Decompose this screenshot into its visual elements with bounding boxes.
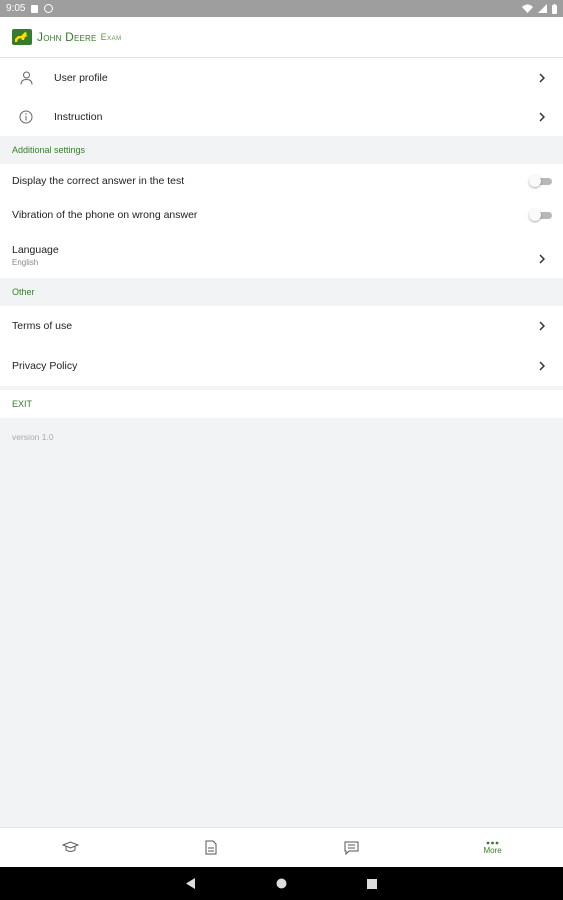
section-additional-settings: Additional settings	[0, 136, 563, 164]
show-correct-answer-label: Display the correct answer in the test	[12, 175, 185, 187]
bottom-nav: More	[0, 827, 563, 867]
john-deere-logo-icon	[12, 29, 32, 45]
brand-subtitle: Exam	[100, 32, 122, 42]
terms-row[interactable]: Terms of use	[0, 306, 563, 346]
vibration-toggle[interactable]	[529, 209, 553, 221]
wifi-icon	[522, 4, 533, 13]
message-icon	[344, 841, 359, 855]
info-icon	[18, 109, 34, 125]
more-dots-icon	[486, 841, 499, 844]
home-icon[interactable]	[276, 878, 287, 889]
vibration-row[interactable]: Vibration of the phone on wrong answer	[0, 198, 563, 232]
user-profile-label: User profile	[54, 71, 108, 84]
instruction-row[interactable]: Instruction	[0, 97, 563, 136]
recents-icon[interactable]	[367, 878, 377, 889]
language-value: English	[12, 257, 39, 267]
privacy-label: Privacy Policy	[12, 360, 78, 372]
user-icon	[18, 70, 34, 86]
sync-icon	[44, 4, 54, 13]
status-bar: 9:05	[0, 0, 563, 17]
chevron-right-icon	[539, 321, 545, 331]
instruction-label: Instruction	[54, 110, 103, 123]
nav-messages[interactable]	[282, 828, 423, 867]
version-text: version 1.0	[12, 432, 54, 442]
brand-name: John Deere	[37, 30, 97, 44]
chevron-right-icon	[539, 254, 545, 264]
privacy-row[interactable]: Privacy Policy	[0, 346, 563, 386]
exit-button[interactable]: EXIT	[0, 390, 563, 418]
graduation-cap-icon	[61, 841, 79, 852]
sim-icon	[31, 4, 39, 13]
language-label: Language	[12, 243, 59, 256]
battery-icon	[552, 3, 557, 14]
nav-tests[interactable]	[141, 828, 282, 867]
language-row[interactable]: Language English	[0, 232, 563, 278]
document-icon	[205, 840, 217, 855]
vibration-label: Vibration of the phone on wrong answer	[12, 209, 198, 221]
chevron-right-icon	[539, 111, 545, 122]
show-correct-answer-toggle[interactable]	[529, 175, 553, 187]
back-icon[interactable]	[186, 878, 196, 889]
chevron-right-icon	[539, 361, 545, 371]
nav-more-label: More	[483, 845, 502, 855]
exit-label: EXIT	[12, 399, 33, 409]
terms-label: Terms of use	[12, 320, 73, 332]
show-correct-answer-row[interactable]: Display the correct answer in the test	[0, 164, 563, 198]
system-nav-bar	[0, 867, 563, 900]
section-other: Other	[0, 278, 563, 306]
chevron-right-icon	[539, 72, 545, 83]
status-time: 9:05	[6, 3, 26, 14]
signal-icon	[538, 4, 547, 13]
nav-more[interactable]: More	[422, 828, 563, 867]
app-bar: John Deere Exam	[0, 17, 563, 58]
settings-content: User profile Instruction Additional sett…	[0, 58, 563, 442]
user-profile-row[interactable]: User profile	[0, 58, 563, 97]
nav-courses[interactable]	[0, 828, 141, 867]
